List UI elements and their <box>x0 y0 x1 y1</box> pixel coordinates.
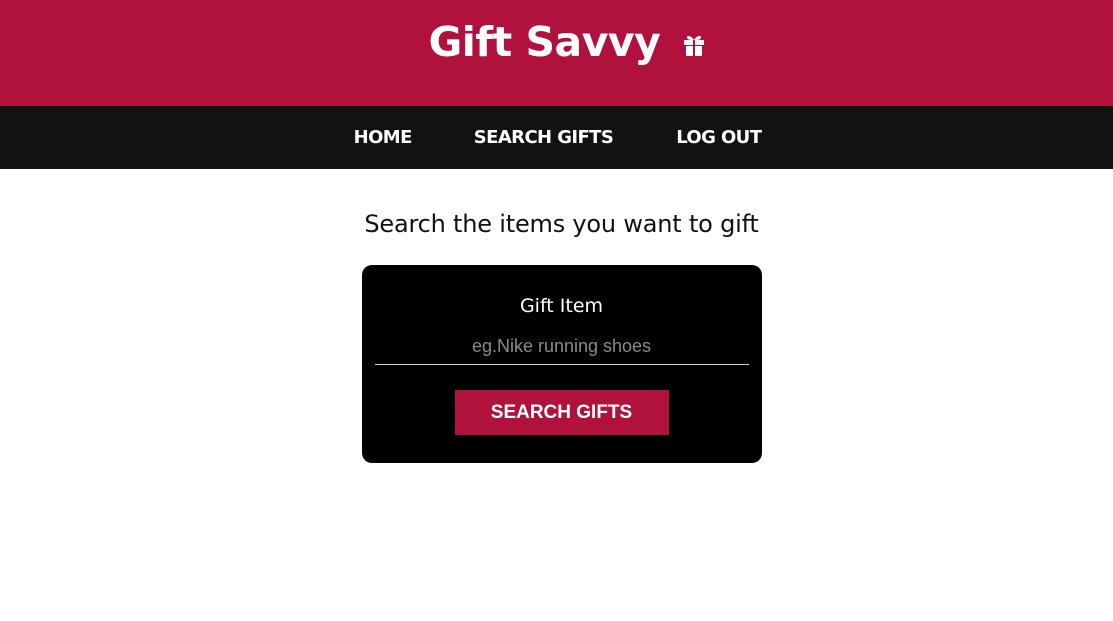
nav-logout-link[interactable]: LOG OUT <box>676 127 762 148</box>
nav-home-link[interactable]: HOME <box>354 127 413 148</box>
page-title: Search the items you want to gift <box>364 210 759 238</box>
gift-item-input[interactable] <box>374 333 749 365</box>
main-nav: HOME SEARCH GIFTS LOG OUT <box>0 106 1113 169</box>
nav-search-gifts-link[interactable]: SEARCH GIFTS <box>474 127 614 148</box>
site-header: Gift Savvy <box>0 0 1113 106</box>
search-form: Gift Item SEARCH GIFTS <box>361 265 762 463</box>
search-gifts-button[interactable]: SEARCH GIFTS <box>454 390 669 435</box>
gift-item-label: Gift Item <box>519 295 604 317</box>
site-title: Gift Savvy <box>428 18 661 66</box>
gift-icon <box>682 34 706 56</box>
brand: Gift Savvy <box>429 18 707 66</box>
main-content: Search the items you want to gift Gift I… <box>0 169 1113 463</box>
